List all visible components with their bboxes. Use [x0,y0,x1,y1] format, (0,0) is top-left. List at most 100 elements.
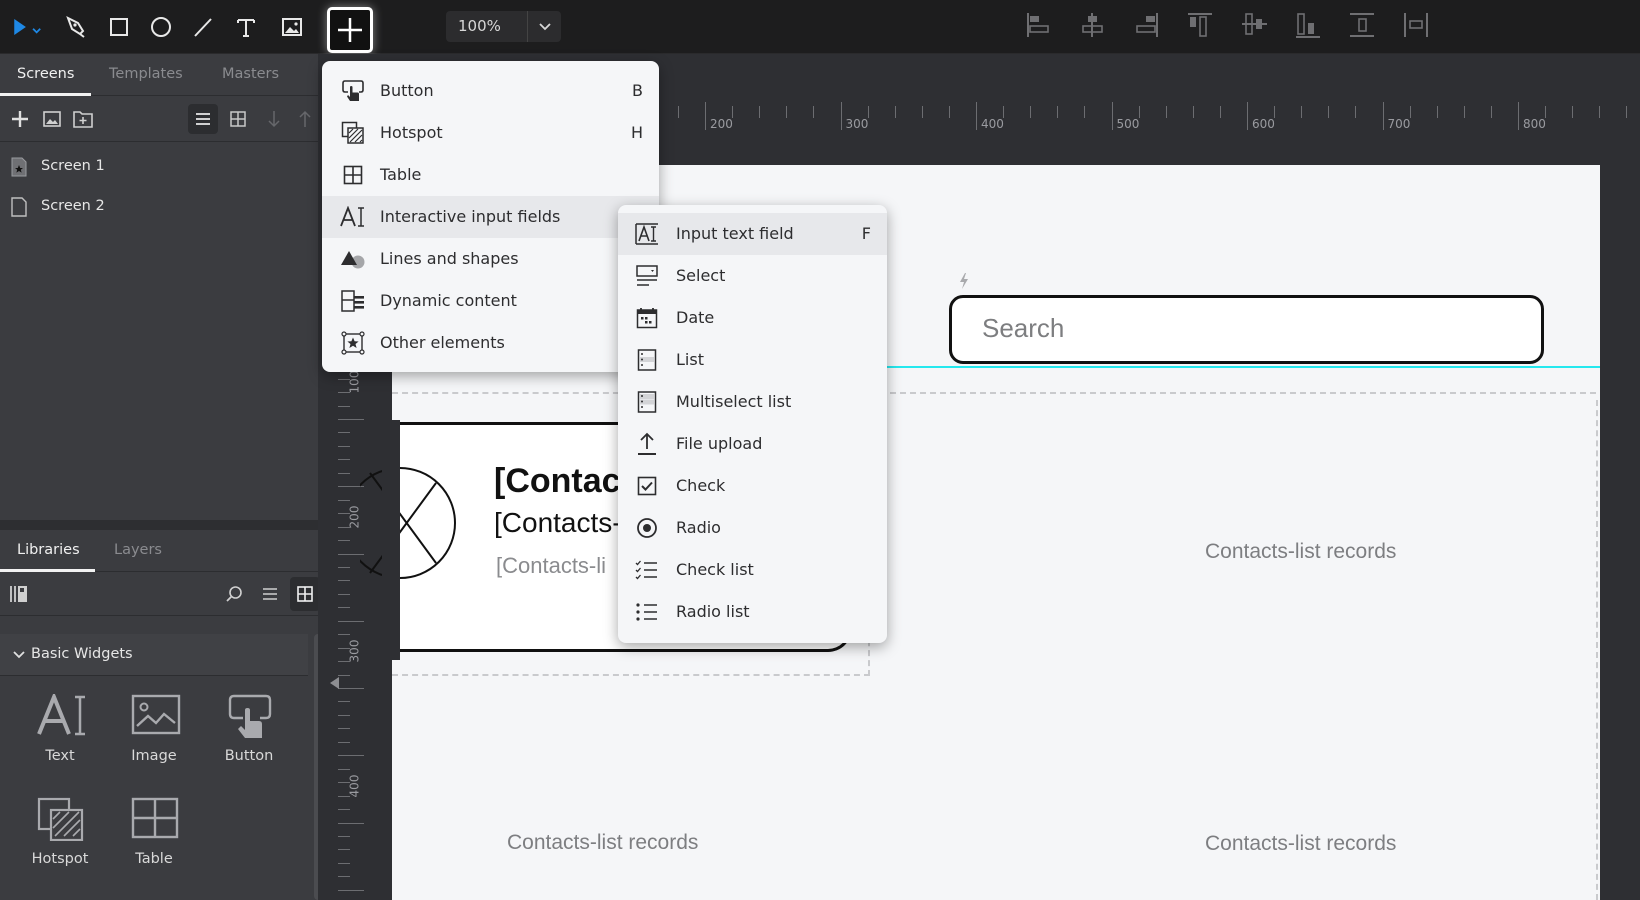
image-tool[interactable] [275,10,309,44]
submenu-item-label: List [676,350,704,369]
submenu-item-multiselect-list[interactable]: Multiselect list [618,381,887,423]
submenu-item-date[interactable]: Date [618,297,887,339]
ruler-tick [338,499,350,501]
submenu-item-radio-list[interactable]: Radio list [618,591,887,633]
contact-name: [Contac [494,462,621,500]
add-folder-button[interactable] [68,104,98,134]
home-screen-icon [11,157,27,177]
widget-text[interactable]: Text [15,680,105,780]
library-manager-button[interactable] [4,579,34,609]
menu-item-label: Table [380,165,422,184]
distribute-vertical-button[interactable] [1347,10,1379,40]
submenu-item-radio[interactable]: Radio [618,507,887,549]
ruler-tick [1463,106,1465,118]
ruler-tick [1030,106,1032,118]
records-placeholder: Contacts-list records [1205,540,1397,563]
ruler-tick [338,688,364,689]
tab-masters[interactable]: Masters [222,66,279,82]
tab-libraries[interactable]: Libraries [17,542,80,558]
plus-icon [338,18,362,42]
submenu-item-select[interactable]: Select [618,255,887,297]
pointer-icon [14,18,41,36]
library-grid-view-button[interactable] [290,577,320,611]
menu-item-hotspot[interactable]: Hotspot H [322,112,659,154]
search-input-widget[interactable]: Search [949,295,1544,364]
list-icon [196,113,210,125]
add-image-screen-button[interactable] [37,104,67,134]
menu-item-dynamic-content[interactable]: Dynamic content [322,280,659,322]
ruler-tick [338,634,350,636]
avatar-placeholder-icon [360,467,456,579]
ruler-tick [976,102,977,130]
canvas-right-gutter [1600,158,1640,900]
pen-tool[interactable] [59,10,93,44]
ruler-tick [1301,106,1303,118]
move-up-button[interactable] [290,104,320,134]
menu-item-other-elements[interactable]: Other elements [322,322,659,364]
panel-divider[interactable] [0,520,318,530]
widget-button[interactable]: Button [204,680,294,780]
other-elements-icon [341,331,365,355]
ruler-tick [840,102,842,130]
library-list-view-button[interactable] [255,579,285,609]
align-top-button[interactable] [1185,10,1217,40]
add-element-button[interactable] [327,7,373,53]
submenu-item-check[interactable]: Check [618,465,887,507]
upload-icon [638,432,656,455]
page-icon [11,197,27,217]
menu-item-lines-and-shapes[interactable]: Lines and shapes [322,238,659,280]
distribute-horizontal-button[interactable] [1400,10,1432,40]
submenu-item-check-list[interactable]: Check list [618,549,887,591]
contact-meta: [Contacts-li [496,553,607,578]
align-middle-button[interactable] [1239,10,1271,40]
list-view-button[interactable] [188,104,218,134]
align-bottom-button[interactable] [1293,10,1325,40]
widget-table[interactable]: Table [109,783,199,883]
widget-hotspot[interactable]: Hotspot [15,783,105,883]
submenu-item-list[interactable]: List [618,339,887,381]
chevron-down-icon [538,22,551,30]
screen-list-item[interactable]: Screen 1 [0,147,318,187]
submenu-item-label: Radio list [676,602,750,621]
ruler-tick [1084,106,1086,118]
grid-view-button[interactable] [223,104,253,134]
zoom-dropdown-button[interactable] [528,11,561,42]
libraries-tabs: Libraries Layers [0,530,318,572]
align-left-button[interactable] [1024,10,1056,40]
multiselect-icon [637,391,657,413]
zoom-select[interactable]: 100% [446,11,561,42]
search-libraries-button[interactable] [219,579,249,609]
tab-templates[interactable]: Templates [109,66,183,82]
ruler-tick [338,445,350,447]
text-tool[interactable] [229,10,263,44]
select-tool[interactable] [8,10,42,44]
ruler-tick [338,419,364,420]
add-screen-button[interactable] [5,104,35,134]
widget-label: Hotspot [31,851,89,867]
menu-item-interactive-input-fields[interactable]: Interactive input fields [322,196,659,238]
screen-list-item[interactable]: Screen 2 [0,187,318,227]
ruler-tick [1192,106,1194,118]
align-left-icon [1027,13,1049,37]
grid-icon [297,586,313,602]
submenu-item-file-upload[interactable]: File upload [618,423,887,465]
records-placeholder: Contacts-list records [1205,832,1397,855]
ruler-tick [1599,106,1601,118]
menu-item-table[interactable]: Table [322,154,659,196]
ruler-tick [338,580,350,582]
tab-layers[interactable]: Layers [114,542,162,558]
line-tool[interactable] [186,10,220,44]
move-down-button[interactable] [259,104,289,134]
widget-label: Table [135,851,173,867]
ruler-tick [338,459,350,461]
basic-widgets-group-header[interactable]: Basic Widgets [0,634,308,676]
align-right-button[interactable] [1131,10,1163,40]
widget-image[interactable]: Image [109,680,199,780]
ellipse-tool[interactable] [144,10,178,44]
submenu-item-input-text-field[interactable]: Input text field F [618,213,887,255]
align-center-icon [1082,13,1103,37]
menu-item-button[interactable]: Button B [322,70,659,112]
align-center-button[interactable] [1078,10,1110,40]
rectangle-tool[interactable] [102,10,136,44]
tab-screens[interactable]: Screens [17,66,74,82]
